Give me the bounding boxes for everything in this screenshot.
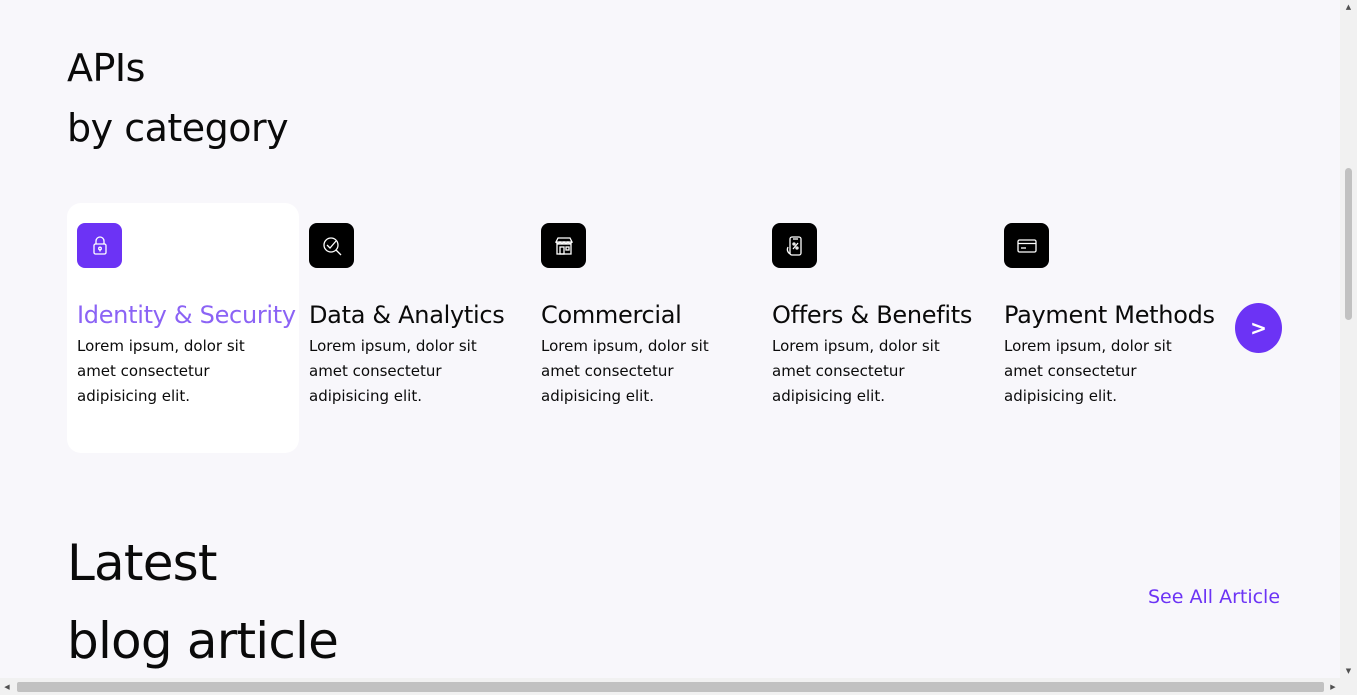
scroll-down-arrow-icon[interactable]: ▼ [1340,664,1357,678]
apis-section-title: APIs by category [67,38,289,158]
horizontal-scrollbar-thumb[interactable] [17,682,1324,692]
horizontal-scrollbar[interactable]: ◀ ▶ [0,678,1357,695]
see-all-articles-link[interactable]: See All Article [1148,586,1280,608]
phone-offer-icon [772,223,817,268]
category-card-payment-methods[interactable]: Payment Methods Lorem ipsum, dolor sit a… [994,203,1226,453]
vertical-scrollbar-thumb[interactable] [1345,168,1352,320]
category-title: Payment Methods [1004,301,1215,329]
category-description: Lorem ipsum, dolor sit amet consectetur … [1004,337,1172,405]
category-title: Commercial [541,301,682,329]
page: APIs by category Identity & Security Lor… [0,0,1340,678]
category-card-commercial[interactable]: Commercial Lorem ipsum, dolor sit amet c… [531,203,763,453]
category-title: Identity & Security [77,301,296,329]
credit-card-icon [1004,223,1049,268]
next-category-button[interactable]: > [1235,303,1282,353]
category-title: Data & Analytics [309,301,505,329]
scroll-up-arrow-icon[interactable]: ▲ [1340,0,1357,14]
category-list: Identity & Security Lorem ipsum, dolor s… [67,203,1287,453]
apis-title-line1: APIs [67,46,145,90]
category-description: Lorem ipsum, dolor sit amet consectetur … [77,337,245,405]
scroll-left-arrow-icon[interactable]: ◀ [0,678,14,695]
category-card-offers-benefits[interactable]: Offers & Benefits Lorem ipsum, dolor sit… [762,203,994,453]
analytics-search-icon [309,223,354,268]
scroll-right-arrow-icon[interactable]: ▶ [1326,678,1340,695]
category-card-identity-security[interactable]: Identity & Security Lorem ipsum, dolor s… [67,203,299,453]
blog-title-line1: Latest [67,534,218,592]
lock-icon [77,223,122,268]
vertical-scrollbar[interactable]: ▲ ▼ [1340,0,1357,678]
category-title: Offers & Benefits [772,301,973,329]
category-description: Lorem ipsum, dolor sit amet consectetur … [309,337,477,405]
storefront-icon [541,223,586,268]
blog-title-line2: blog article [67,612,339,670]
category-card-data-analytics[interactable]: Data & Analytics Lorem ipsum, dolor sit … [299,203,531,453]
category-description: Lorem ipsum, dolor sit amet consectetur … [541,337,709,405]
blog-section-title: Latest blog article [67,524,339,678]
apis-title-line2: by category [67,106,289,150]
category-description: Lorem ipsum, dolor sit amet consectetur … [772,337,940,405]
